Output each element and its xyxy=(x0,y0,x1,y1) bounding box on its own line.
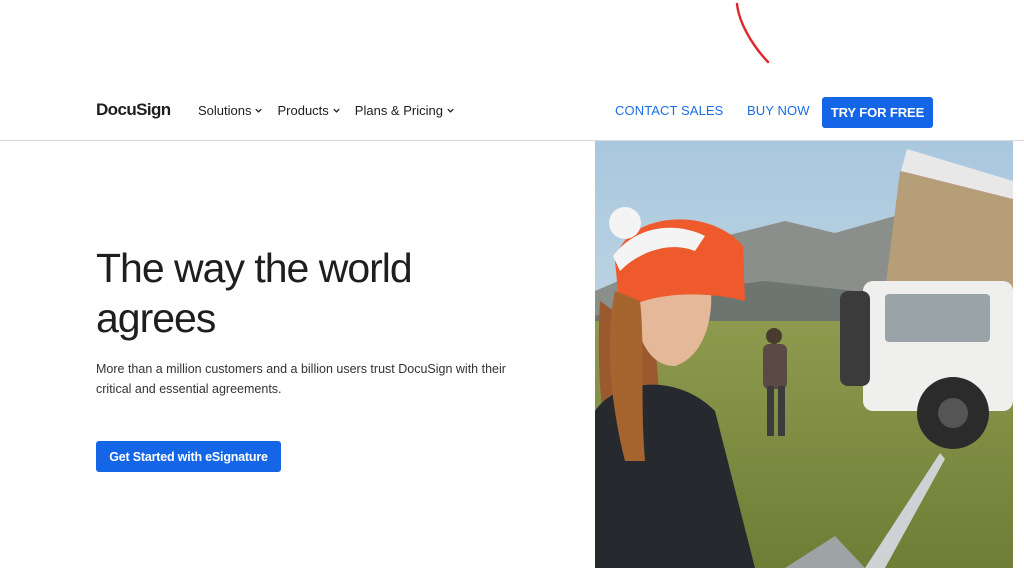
buy-now-link[interactable]: BUY NOW xyxy=(747,103,810,118)
nav-item-products[interactable]: Products xyxy=(277,103,340,118)
nav-item-plans-pricing[interactable]: Plans & Pricing xyxy=(355,103,455,118)
hero-title: The way the world agrees xyxy=(96,245,413,341)
get-started-button[interactable]: Get Started with eSignature xyxy=(96,441,281,472)
site-header: DocuSign Solutions Products Plans & Pric… xyxy=(0,82,1024,141)
nav-item-solutions[interactable]: Solutions xyxy=(198,103,263,118)
hero-photo xyxy=(595,141,1013,568)
try-for-free-button[interactable]: TRY FOR FREE xyxy=(822,97,933,128)
docusign-logo[interactable]: DocuSign xyxy=(96,100,171,120)
chevron-down-icon xyxy=(447,108,454,113)
nav-item-label: Products xyxy=(277,103,329,118)
chevron-down-icon xyxy=(255,108,263,113)
nav-item-label: Plans & Pricing xyxy=(354,103,443,118)
nav-item-label: Solutions xyxy=(198,103,252,118)
main-nav: Solutions Products Plans & Pricing xyxy=(198,103,455,118)
chevron-down-icon xyxy=(333,108,340,113)
hero-subtitle: More than a million customers and a bill… xyxy=(96,362,506,396)
contact-sales-link[interactable]: CONTACT SALES xyxy=(615,103,723,118)
annotation-mark xyxy=(735,2,770,64)
